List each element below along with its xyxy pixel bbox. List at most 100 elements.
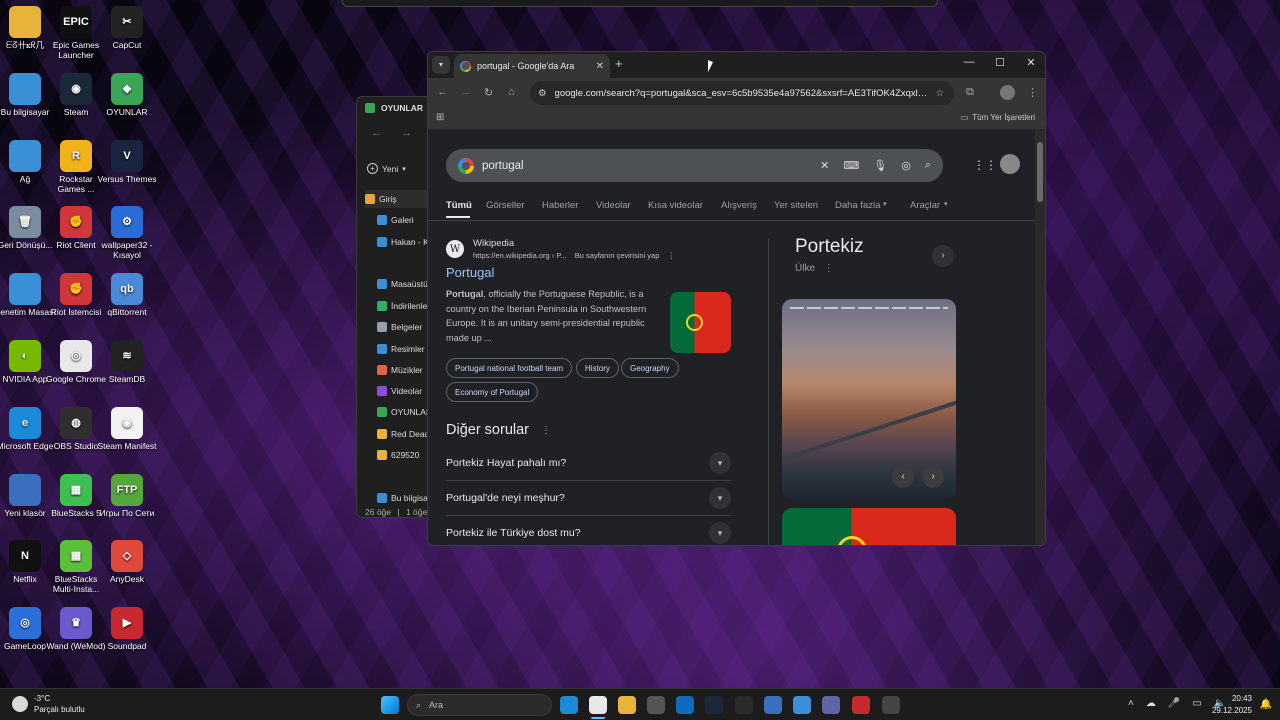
explorer-nav-item[interactable]: Müzikler [377, 361, 423, 379]
related-chip[interactable]: Geography [621, 358, 679, 378]
related-chip[interactable]: Economy of Portugal [446, 382, 539, 402]
back-arrow-icon[interactable]: ← [371, 127, 382, 139]
desktop-icon-steam-manifest[interactable]: ◉ Steam Manifest [96, 406, 158, 451]
display-icon[interactable]: ▭ [1192, 698, 1201, 709]
paa-question[interactable]: Portugal'de neyi meşhur? ▾ [446, 481, 731, 516]
clear-icon[interactable]: ✕ [820, 159, 829, 172]
address-bar[interactable]: ⚙ google.com/search?q=portugal&sca_esv=6… [530, 81, 954, 105]
teams-taskbar-icon[interactable] [822, 696, 840, 714]
explorer-nav-item[interactable]: Resimler [377, 340, 425, 358]
microphone-icon[interactable]: 🎙 [873, 159, 887, 172]
lens-icon[interactable]: ◎ [901, 159, 911, 172]
reload-icon[interactable]: ↻ [484, 86, 493, 99]
kp-next-arrow-icon[interactable]: › [932, 245, 954, 267]
image-prev-icon[interactable]: ‹ [892, 466, 914, 488]
chrome-taskbar-icon[interactable] [589, 696, 607, 714]
tab-search-button[interactable]: ▾ [432, 56, 450, 74]
filter-tab[interactable]: Yer siteleri [774, 200, 818, 211]
paa-menu-icon[interactable]: ⋮ [541, 425, 551, 436]
store-taskbar-icon[interactable] [647, 696, 665, 714]
filter-tab[interactable]: Tümü [446, 200, 472, 211]
filter-tab[interactable]: Kısa videolar [648, 200, 703, 211]
desktop-icon-anydesk[interactable]: ◇ AnyDesk [96, 540, 158, 584]
file-explorer-window[interactable]: OYUNLAR ← → + Yeni ▾ Giriş Galeri Hakan - … [356, 96, 436, 518]
explorer-nav-item[interactable]: Masaüstü [377, 275, 428, 293]
steamdb-taskbar-icon[interactable] [764, 696, 782, 714]
portugal-flag-image[interactable] [782, 508, 956, 545]
related-chip[interactable]: History [576, 358, 619, 378]
desktop-icon-ftp[interactable]: FTP Игры По Сети [96, 473, 158, 518]
desktop-icon-steamdb[interactable]: ≋ SteamDB [96, 340, 158, 384]
obs-taskbar-icon[interactable] [882, 696, 900, 714]
clock[interactable]: 20:43 29.12.2025 [1212, 693, 1252, 717]
photos-taskbar-icon[interactable] [793, 696, 811, 714]
account-avatar[interactable] [1000, 154, 1020, 174]
result-title[interactable]: Portugal [446, 265, 494, 280]
page-scrollbar[interactable] [1035, 130, 1045, 545]
explorer-nav-item[interactable]: Belgeler [377, 318, 422, 336]
desktop-icon-versus[interactable]: V Versus Themes [96, 139, 158, 184]
result-url[interactable]: https://en.wikipedia.org › P... [473, 251, 567, 260]
forward-icon[interactable]: → [460, 86, 471, 98]
desktop-icon-wallpaper-engine[interactable]: ⚙ wallpaper32 - Kısayol [96, 206, 158, 260]
desktop-icon-games-folder[interactable]: ◆ OYUNLAR [96, 72, 158, 117]
search-icon[interactable]: ⌕ [925, 159, 931, 172]
new-button[interactable]: + Yeni ▾ [367, 163, 406, 174]
epic-taskbar-icon[interactable] [735, 696, 753, 714]
explorer-nav-item[interactable]: 629520 [377, 446, 419, 464]
desktop-icon-capcut[interactable]: ✂ CapCut [96, 6, 158, 50]
cloud-icon[interactable]: ☁ [1146, 698, 1156, 709]
filter-tab[interactable]: Araçlar [910, 200, 940, 211]
related-chip[interactable]: Portugal national football team [446, 358, 573, 378]
search-query[interactable]: portugal [482, 160, 524, 172]
explorer-nav-item[interactable]: Galeri [377, 211, 414, 229]
maximize-button[interactable]: ☐ [990, 56, 1010, 69]
filter-tab[interactable]: Videolar [596, 200, 631, 211]
tray-chevron-icon[interactable]: ˄ [1128, 698, 1134, 709]
paa-question[interactable]: Portekiz Hayat pahalı mı? ▾ [446, 446, 731, 481]
filter-tab[interactable]: Haberler [542, 200, 578, 211]
google-search-box[interactable]: portugal ✕ ⌨ 🎙 ◎ ⌕ [446, 149, 943, 182]
file-explorer-taskbar-icon[interactable] [618, 696, 636, 714]
apps-grid-icon[interactable]: ⊞ [436, 112, 444, 123]
start-button-icon[interactable] [381, 696, 399, 714]
extensions-icon[interactable]: ⧉ [966, 86, 974, 99]
result-menu-icon[interactable]: ⋮ [667, 251, 675, 260]
translate-link[interactable]: Bu sayfanın çevirisini yap [575, 251, 660, 260]
filter-tab[interactable]: Görseller [486, 200, 525, 211]
outlook-taskbar-icon[interactable] [676, 696, 694, 714]
explorer-nav-item[interactable]: OYUNLAR [377, 403, 432, 421]
menu-kebab-icon[interactable]: ⋮ [1027, 86, 1038, 99]
filter-tab[interactable]: Daha fazla [835, 200, 880, 211]
bookmark-star-icon[interactable]: ☆ [935, 88, 944, 99]
explorer-nav-item[interactable]: Bu bilgisa [377, 489, 428, 507]
edge-taskbar-icon[interactable] [560, 696, 578, 714]
all-bookmarks[interactable]: ▭ Tüm Yer İşaretleri [961, 113, 1035, 122]
site-info-icon[interactable]: ⚙ [538, 88, 547, 99]
chrome-window[interactable]: ▾ portugal - Google'da Ara ✕ + — ☐ ✕ ← →… [427, 51, 1046, 546]
explorer-nav-item[interactable]: Videolar [377, 382, 422, 400]
explorer-nav-item[interactable]: İndirilenle [377, 297, 427, 315]
new-tab-button[interactable]: + [615, 56, 623, 71]
image-next-icon[interactable]: › [922, 466, 944, 488]
taskbar-search[interactable]: ⌕ Ara [407, 694, 552, 716]
desktop-icon-qbittorrent[interactable]: qb qBittorrent [96, 273, 158, 317]
riot-taskbar-icon[interactable] [852, 696, 870, 714]
weather-widget[interactable]: -3°C Parçalı bulutlu [12, 693, 85, 715]
close-window-button[interactable]: ✕ [1021, 56, 1041, 69]
close-tab-icon[interactable]: ✕ [596, 61, 604, 72]
scrollbar-thumb[interactable] [1037, 142, 1043, 202]
paa-question[interactable]: Portekiz ile Türkiye dost mu? ▾ [446, 516, 731, 545]
result-thumbnail-flag[interactable] [670, 292, 731, 353]
notification-bell-icon[interactable]: 🔔 [1260, 699, 1272, 710]
kp-menu-icon[interactable]: ⋮ [824, 263, 834, 274]
mic-icon[interactable]: 🎤 [1168, 698, 1180, 709]
back-icon[interactable]: ← [437, 86, 448, 98]
home-icon[interactable]: ⌂ [508, 86, 515, 98]
google-apps-icon[interactable]: ⋮⋮ [973, 158, 997, 172]
explorer-nav-item[interactable]: Giriş [365, 190, 435, 208]
keyboard-icon[interactable]: ⌨ [843, 159, 859, 172]
explorer-nav-item[interactable]: Red Dead [377, 425, 429, 443]
porto-city-image[interactable]: ‹ › [782, 299, 956, 500]
tab-google-search[interactable]: portugal - Google'da Ara ✕ [454, 54, 610, 78]
